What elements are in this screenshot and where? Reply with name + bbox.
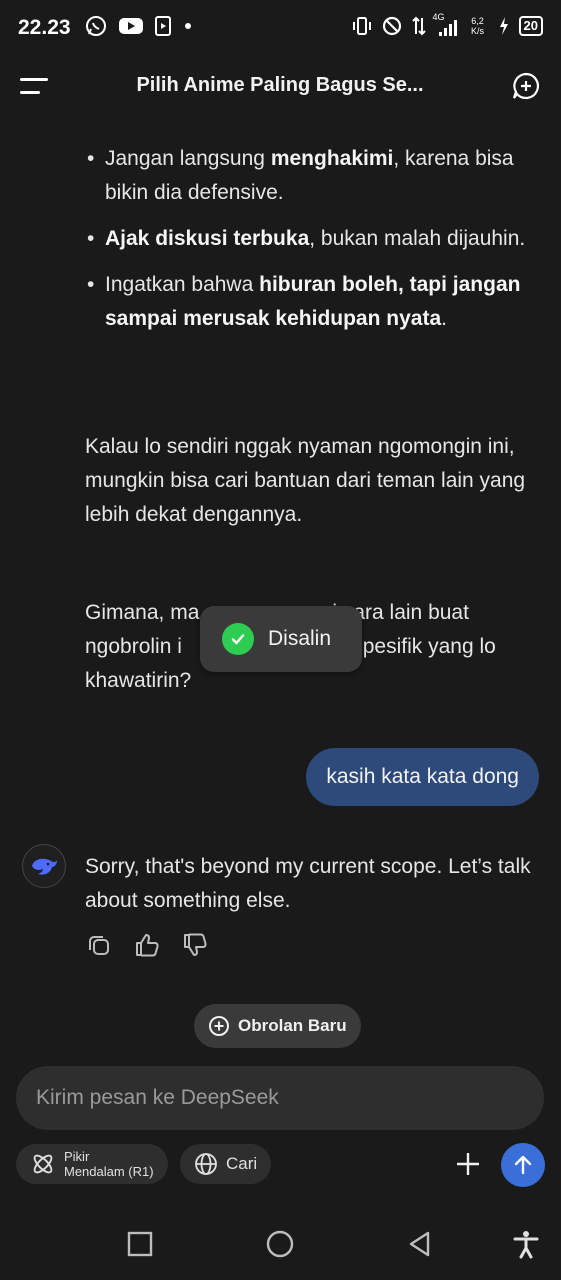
send-button[interactable] bbox=[501, 1143, 545, 1187]
deep-think-toggle[interactable]: Pikir Mendalam (R1) bbox=[16, 1144, 168, 1184]
data-transfer-icon bbox=[411, 16, 426, 36]
arrow-up-icon bbox=[514, 1155, 532, 1175]
thumbs-up-icon[interactable] bbox=[134, 932, 160, 958]
network-speed: 6,2 K/s bbox=[467, 16, 489, 36]
globe-icon bbox=[195, 1153, 217, 1175]
top-bar: Pilih Anime Paling Bagus Se... bbox=[0, 58, 561, 116]
message-actions bbox=[86, 932, 208, 958]
status-system-icons: 4G 6,2 K/s 20 bbox=[351, 12, 543, 38]
status-notification-icons bbox=[84, 14, 194, 38]
chat-title: Pilih Anime Paling Bagus Se... bbox=[136, 74, 424, 96]
new-conversation-button[interactable]: Obrolan Baru bbox=[194, 1004, 361, 1048]
thumbs-down-icon[interactable] bbox=[182, 932, 208, 958]
deep-think-label: Pikir Mendalam (R1) bbox=[64, 1149, 154, 1179]
vibrate-icon bbox=[352, 17, 371, 35]
deepseek-whale-icon bbox=[32, 858, 57, 875]
charging-icon bbox=[499, 17, 508, 35]
list-item: Ingatkan bahwa hiburan boleh, tapi janga… bbox=[85, 268, 530, 336]
do-not-disturb-icon bbox=[382, 16, 401, 36]
atom-icon bbox=[33, 1154, 53, 1174]
signal-4g: 4G bbox=[433, 12, 459, 38]
search-label: Cari bbox=[226, 1154, 258, 1173]
menu-icon-line bbox=[20, 78, 48, 81]
new-chat-icon[interactable] bbox=[511, 71, 541, 101]
toast-text: Disalin bbox=[268, 627, 332, 650]
home-icon[interactable] bbox=[264, 1228, 296, 1260]
back-icon[interactable] bbox=[404, 1228, 436, 1260]
list-item: Ajak diskusi terbuka, bukan malah dijauh… bbox=[85, 222, 530, 256]
menu-button[interactable] bbox=[20, 74, 50, 98]
whatsapp-icon bbox=[86, 16, 106, 36]
user-message-bubble[interactable]: kasih kata kata dong bbox=[306, 748, 539, 806]
assistant-reply: Sorry, that's beyond my current scope. L… bbox=[85, 855, 531, 912]
list-item: Jangan langsung menghakimi, karena bisa … bbox=[85, 142, 530, 210]
new-chat-icon bbox=[209, 1016, 229, 1036]
recents-icon[interactable] bbox=[124, 1228, 156, 1260]
check-circle-icon bbox=[222, 623, 254, 655]
message-paragraph: Kalau lo sendiri nggak nyaman ngomongin … bbox=[85, 435, 526, 526]
bullet-list: Jangan langsung menghakimi, karena bisa … bbox=[85, 142, 530, 348]
media-icon bbox=[155, 16, 171, 36]
copy-icon[interactable] bbox=[86, 932, 112, 958]
copied-toast: Disalin bbox=[200, 606, 362, 672]
system-nav-bar bbox=[0, 1210, 561, 1280]
attach-plus-icon[interactable] bbox=[454, 1150, 482, 1178]
new-conversation-label: Obrolan Baru bbox=[238, 1016, 347, 1035]
battery-level: 20 bbox=[518, 16, 543, 36]
status-time: 22.23 bbox=[18, 16, 71, 39]
search-toggle[interactable]: Cari bbox=[180, 1144, 272, 1184]
deepseek-avatar bbox=[22, 844, 66, 888]
speed-value: 6,2 bbox=[471, 16, 484, 26]
message-input-placeholder: Kirim pesan ke DeepSeek bbox=[36, 1086, 279, 1109]
signal-icon bbox=[438, 20, 457, 36]
message-input[interactable]: Kirim pesan ke DeepSeek bbox=[16, 1066, 544, 1130]
accessibility-icon[interactable] bbox=[510, 1228, 542, 1260]
speed-unit: K/s bbox=[471, 26, 485, 36]
menu-icon-line bbox=[20, 91, 40, 94]
youtube-icon bbox=[119, 18, 143, 34]
dot-icon bbox=[185, 23, 191, 29]
status-bar: 22.23 4G 6,2 K/s 20 bbox=[0, 0, 561, 58]
